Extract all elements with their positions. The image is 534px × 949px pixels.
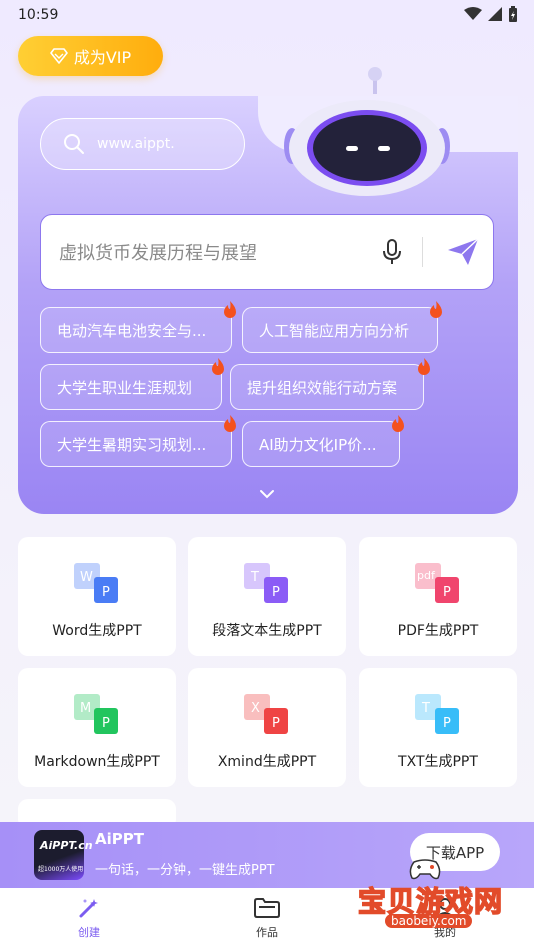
app-name: AiPPT — [95, 830, 144, 848]
send-icon — [448, 238, 479, 265]
hot-icon — [430, 301, 442, 318]
xmind-to-ppt-card[interactable]: XP Xmind生成PPT — [188, 668, 346, 787]
suggestion-chip[interactable]: 大学生职业生涯规划 — [40, 364, 222, 410]
text-to-ppt-card[interactable]: TP 段落文本生成PPT — [188, 537, 346, 656]
xmind-file-icon: XP — [244, 694, 288, 734]
svg-text:P: P — [443, 585, 451, 600]
watermark-url: baobeiy.com — [385, 914, 473, 928]
suggestion-chip[interactable]: AI助力文化IP价... — [242, 421, 400, 467]
wifi-icon — [464, 7, 482, 20]
suggestion-chip[interactable]: 大学生暑期实习规划... — [40, 421, 232, 467]
nav-label: 创建 — [78, 926, 100, 939]
svg-text:pdf: pdf — [417, 569, 436, 582]
hot-icon — [212, 358, 224, 375]
svg-text:P: P — [272, 585, 280, 600]
svg-text:M: M — [80, 701, 91, 716]
mic-button[interactable] — [372, 239, 412, 265]
pdf-file-icon: pdf P — [415, 563, 459, 603]
nav-item-works[interactable]: 作品 — [222, 896, 312, 940]
suggestion-chip[interactable]: 人工智能应用方向分析 — [242, 307, 438, 353]
topic-placeholder: 虚拟货币发展历程与展望 — [59, 243, 257, 264]
nav-label: 作品 — [256, 926, 278, 939]
url-pill[interactable]: www.aippt. — [40, 118, 245, 170]
hot-icon — [392, 415, 404, 432]
svg-text:P: P — [443, 716, 451, 731]
svg-text:P: P — [102, 585, 110, 600]
folder-icon — [254, 898, 280, 918]
aippt-logo: AiPPT.cn 超1000万人使用 — [34, 830, 93, 880]
pdf-to-ppt-card[interactable]: pdf P PDF生成PPT — [359, 537, 517, 656]
chevron-down-icon[interactable] — [258, 488, 276, 500]
status-time: 10:59 — [18, 7, 59, 23]
battery-icon — [509, 6, 517, 22]
card-label: Word生成PPT — [52, 623, 142, 639]
word-to-ppt-card[interactable]: WP Word生成PPT — [18, 537, 176, 656]
card-label: PDF生成PPT — [397, 623, 479, 639]
svg-text:T: T — [421, 701, 430, 716]
svg-text:P: P — [102, 716, 110, 731]
word-file-icon: WP — [74, 563, 118, 603]
svg-text:P: P — [272, 716, 280, 731]
txt-to-ppt-card[interactable]: TP TXT生成PPT — [359, 668, 517, 787]
hot-icon — [418, 358, 430, 375]
topic-input[interactable]: 虚拟货币发展历程与展望 — [40, 214, 494, 290]
diamond-icon — [50, 48, 68, 64]
send-button[interactable] — [433, 238, 493, 266]
txt-file-icon: TP — [415, 694, 459, 734]
card-label: 段落文本生成PPT — [212, 623, 322, 639]
microphone-icon — [383, 239, 401, 264]
nav-item-create[interactable]: 创建 — [44, 896, 134, 940]
markdown-file-icon: MP — [74, 694, 118, 734]
vip-button[interactable]: 成为VIP — [18, 36, 163, 76]
svg-text:X: X — [251, 701, 260, 716]
vip-label: 成为VIP — [73, 48, 132, 67]
signal-icon — [488, 7, 502, 21]
text-file-icon: TP — [244, 563, 288, 603]
card-label: Xmind生成PPT — [217, 754, 317, 770]
search-icon — [64, 134, 84, 154]
app-slogan: 一句话，一分钟，一键生成PPT — [95, 863, 275, 878]
card-label: Markdown生成PPT — [34, 754, 160, 770]
suggestion-chip[interactable]: 提升组织效能行动方案 — [230, 364, 424, 410]
robot-mascot — [284, 67, 450, 196]
card-label: TXT生成PPT — [398, 754, 478, 770]
magic-wand-icon — [79, 899, 98, 918]
svg-text:T: T — [250, 570, 259, 585]
svg-text:W: W — [80, 570, 93, 585]
status-bar: 10:59 — [0, 0, 534, 30]
url-text: www.aippt. — [97, 136, 175, 152]
hot-icon — [224, 415, 236, 432]
gamepad-icon — [409, 859, 441, 880]
suggestion-chip[interactable]: 电动汽车电池安全与... — [40, 307, 232, 353]
markdown-to-ppt-card[interactable]: MP Markdown生成PPT — [18, 668, 176, 787]
hot-icon — [224, 301, 236, 318]
